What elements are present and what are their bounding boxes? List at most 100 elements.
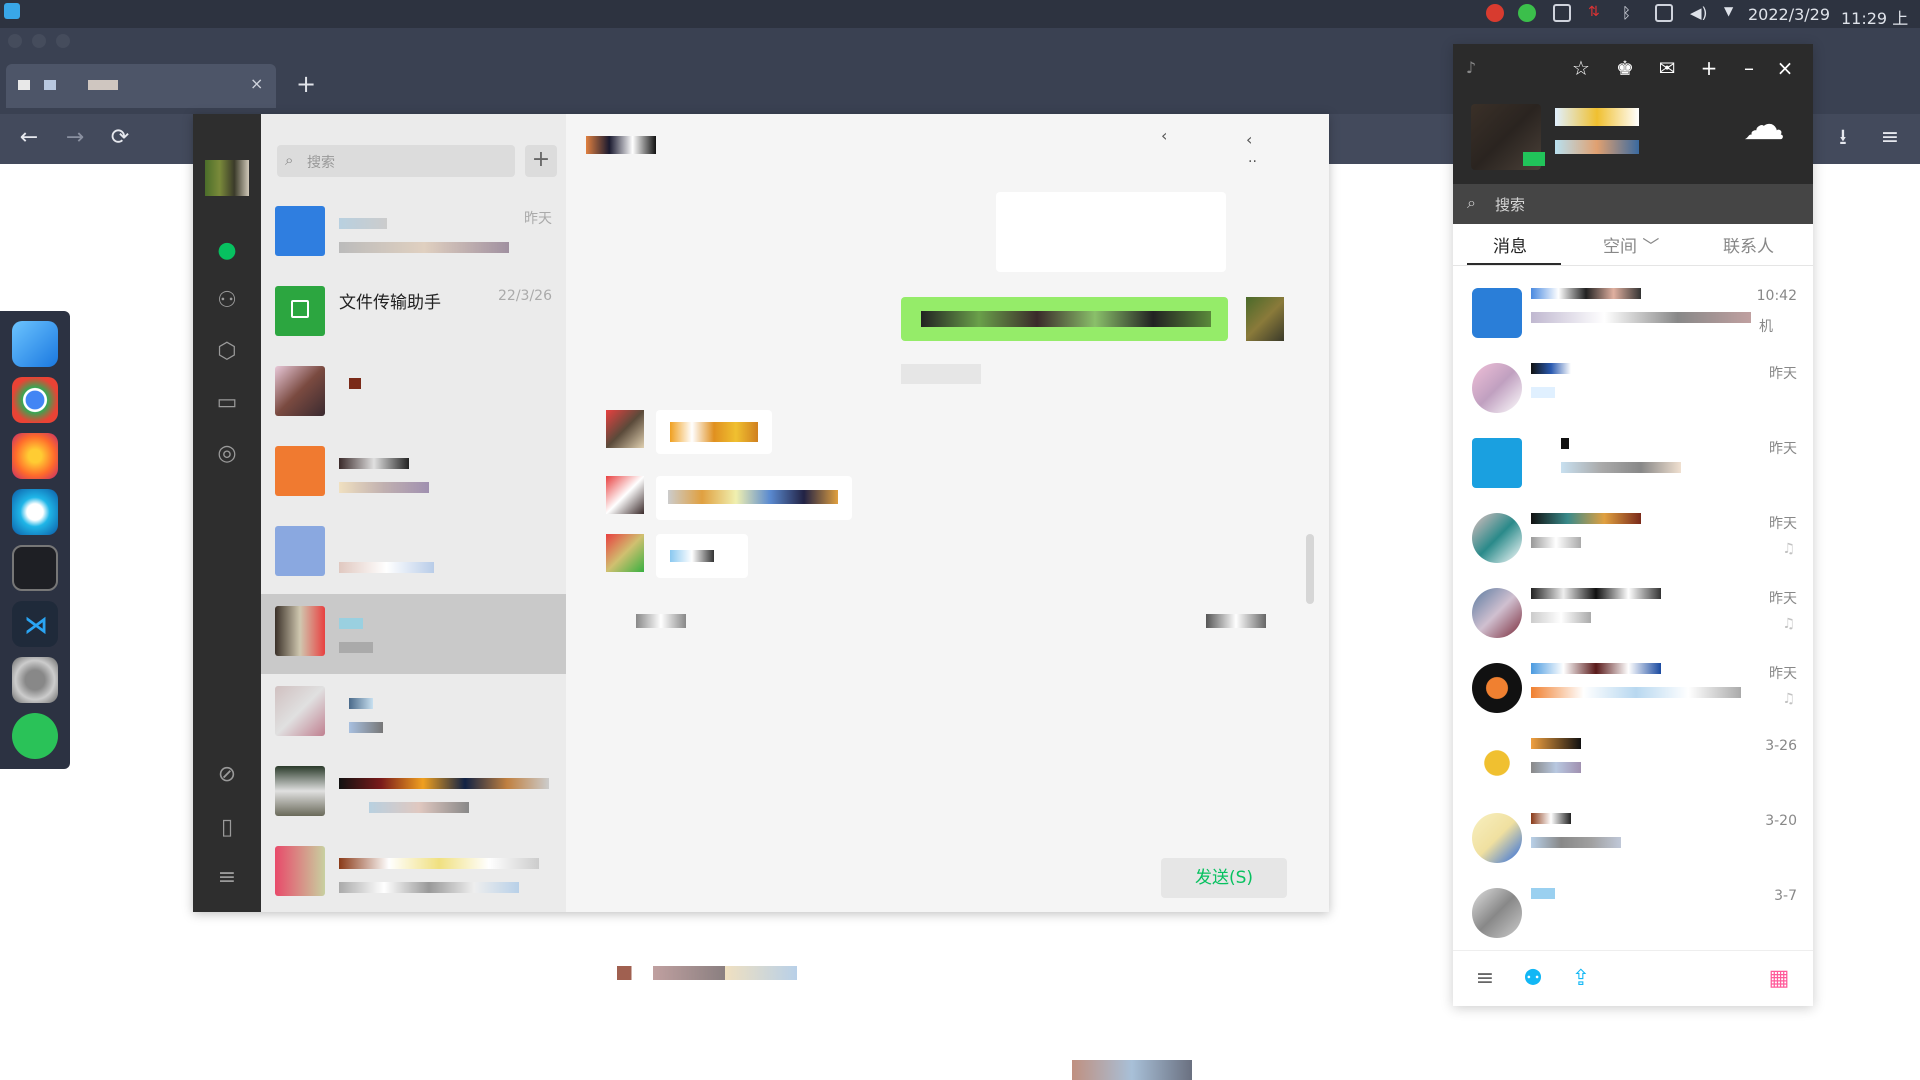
list-item[interactable] [261,514,566,594]
vscode-icon[interactable]: ⋊ [12,601,58,647]
send-button[interactable]: 发送(S) [1161,858,1287,898]
file-transfer-icon[interactable]: ⇪ [1567,965,1595,993]
wechat-sidebar: ● ⚇ ⬡ ▭ ◎ ⊘ ▯ ≡ [193,114,261,912]
list-item[interactable]: 昨天 [1453,351,1813,426]
moments-icon[interactable]: ◎ [211,438,243,470]
weather-icon[interactable]: ☁ [1743,100,1785,149]
tab-favicon [44,80,56,90]
mini-program-icon[interactable]: ⊘ [211,759,243,791]
display-icon[interactable] [1655,4,1673,22]
bluetooth-icon[interactable]: ᛒ [1622,4,1640,22]
list-item[interactable]: 3-26 [1453,726,1813,801]
mail-icon[interactable]: ✉ [1653,54,1681,82]
preview-blur [1531,312,1751,323]
list-item[interactable]: 昨天 ♫ [1453,501,1813,576]
shirt-icon[interactable]: ♚ [1611,54,1639,82]
network-monitor-icon[interactable]: ⇅ [1588,4,1606,22]
star-icon[interactable]: ☆ [1567,54,1595,82]
app-grid-icon[interactable]: ▦ [1765,965,1793,993]
chrome-icon[interactable] [12,377,58,423]
favorites-box-icon[interactable]: ⬡ [211,336,243,368]
message-bubble[interactable] [656,410,772,454]
folder-icon[interactable]: ▭ [211,387,243,419]
avatar[interactable] [205,160,249,196]
forward-icon[interactable]: → [60,123,90,153]
chat-icon[interactable]: ● [211,235,243,267]
list-item[interactable]: 昨天 [1453,426,1813,501]
scrollbar[interactable] [1306,534,1314,604]
qq-tray-icon[interactable] [1486,4,1504,22]
message-bubble[interactable] [656,476,852,520]
input-toolbar-icon[interactable] [1206,614,1266,628]
list-item[interactable] [261,754,566,834]
list-item[interactable]: 10:42 机 [1453,276,1813,351]
firefox-icon[interactable] [12,433,58,479]
collapse-chevron-icon[interactable]: ‹ [1246,130,1252,149]
list-item[interactable] [261,834,566,914]
finder-icon[interactable] [12,321,58,367]
close-icon[interactable]: × [1771,54,1799,82]
status-icon[interactable] [1523,152,1545,166]
wechat-tray-icon[interactable] [1518,4,1536,22]
list-item[interactable]: 3-7 [1453,876,1813,951]
terminal-icon[interactable] [12,545,58,591]
tab-messages[interactable]: 消息 [1493,232,1527,257]
tab-close-icon[interactable]: × [250,74,263,93]
search-input[interactable]: ⌕ 搜索 [1453,184,1813,224]
list-item[interactable]: 昨天 ♫ [1453,576,1813,651]
input-toolbar-icon[interactable] [636,614,686,628]
message-bubble[interactable] [996,192,1226,272]
add-icon[interactable]: + [1695,54,1723,82]
list-item[interactable]: 昨天 [261,194,566,274]
settings-icon[interactable] [12,657,58,703]
reload-icon[interactable]: ⟳ [105,123,135,153]
more-icon[interactable]: ·· [1248,154,1257,170]
title-blur [339,858,539,869]
download-icon[interactable]: ⭳ [1828,123,1858,153]
edge-icon[interactable] [12,489,58,535]
divider [1453,265,1813,266]
contacts-icon[interactable]: ⚇ [211,285,243,317]
message-bubble-self[interactable] [901,297,1228,341]
list-item[interactable] [261,434,566,514]
list-item[interactable]: 昨天 ♫ [1453,651,1813,726]
menu-icon[interactable]: ≡ [211,862,243,894]
avatar [606,410,644,448]
list-item[interactable] [261,354,566,434]
collapse-icon[interactable]: ‹ [1161,126,1167,145]
wechat-icon[interactable] [12,713,58,759]
page-content-blur [1072,1060,1192,1080]
list-item[interactable]: 文件传输助手 22/3/26 [261,274,566,354]
mute-icon: ♫ [1782,616,1795,632]
new-tab-button[interactable]: + [296,70,316,98]
message-time: 昨天 [1769,666,1797,682]
message-bubble[interactable] [656,534,748,578]
avatar [275,686,325,736]
search-input[interactable]: ⌕ 搜索 [277,145,515,177]
message-time: 昨天 [1769,591,1797,607]
volume-icon[interactable]: ◀) [1690,4,1708,22]
minimize-icon[interactable]: – [1735,54,1763,82]
chevron-down-icon[interactable]: ▼ [1724,4,1742,22]
add-button[interactable]: + [525,145,557,177]
bell-icon[interactable]: ♪ [1457,54,1485,82]
list-item-selected[interactable] [261,594,566,674]
menu-icon[interactable]: ≡ [1471,965,1499,993]
avatar [275,526,325,576]
list-item[interactable] [261,674,566,754]
back-icon[interactable]: ← [14,123,44,153]
qq-bottom-bar: ≡ ⚉ ⇪ ▦ [1453,950,1813,1006]
clipboard-icon[interactable] [1553,4,1571,22]
add-friend-icon[interactable]: ⚉ [1519,965,1547,993]
list-item[interactable]: 3-20 [1453,801,1813,876]
avatar [606,534,644,572]
tab-space[interactable]: 空间 ﹀ [1603,232,1659,257]
menu-icon[interactable]: ≡ [1875,123,1905,153]
title-blur [1531,738,1581,749]
window-control-dot[interactable] [56,34,70,48]
launcher-icon[interactable] [4,3,20,19]
window-control-dot[interactable] [8,34,22,48]
window-control-dot[interactable] [32,34,46,48]
phone-icon[interactable]: ▯ [211,812,243,844]
tab-contacts[interactable]: 联系人 [1723,232,1774,257]
